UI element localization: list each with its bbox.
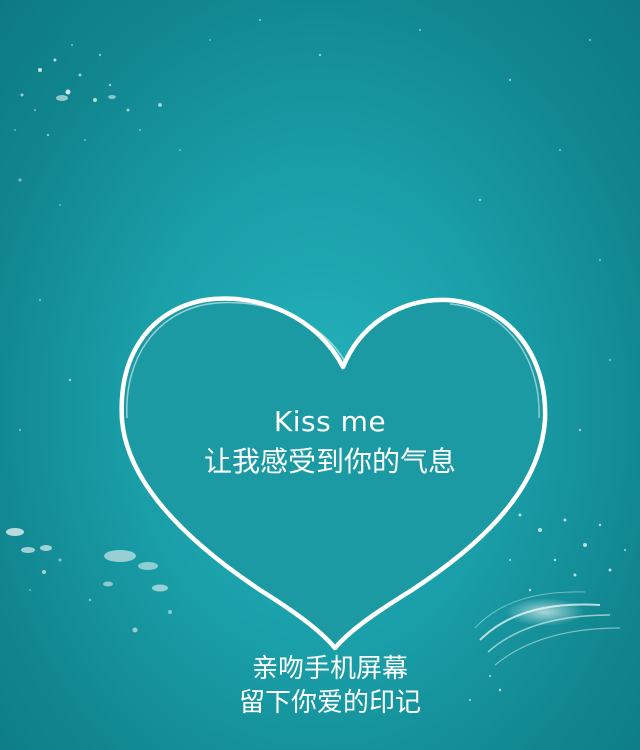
heart-message: Kiss me 让我感受到你的气息	[180, 402, 480, 482]
heart-subtitle: 让我感受到你的气息	[203, 445, 456, 478]
footer-line-2: 留下你爱的印记	[238, 688, 421, 718]
splash-screen: Kiss me 让我感受到你的气息 亲吻手机屏幕 留下你爱的印记	[0, 0, 640, 750]
sparkles-top-left	[14, 39, 211, 206]
background-art	[6, 19, 626, 701]
footer-line-1: 亲吻手机屏幕	[251, 654, 408, 684]
heart-title: Kiss me	[273, 405, 387, 438]
water-drops-left	[6, 528, 172, 633]
footer-message: 亲吻手机屏幕 留下你爱的印记	[140, 652, 520, 720]
